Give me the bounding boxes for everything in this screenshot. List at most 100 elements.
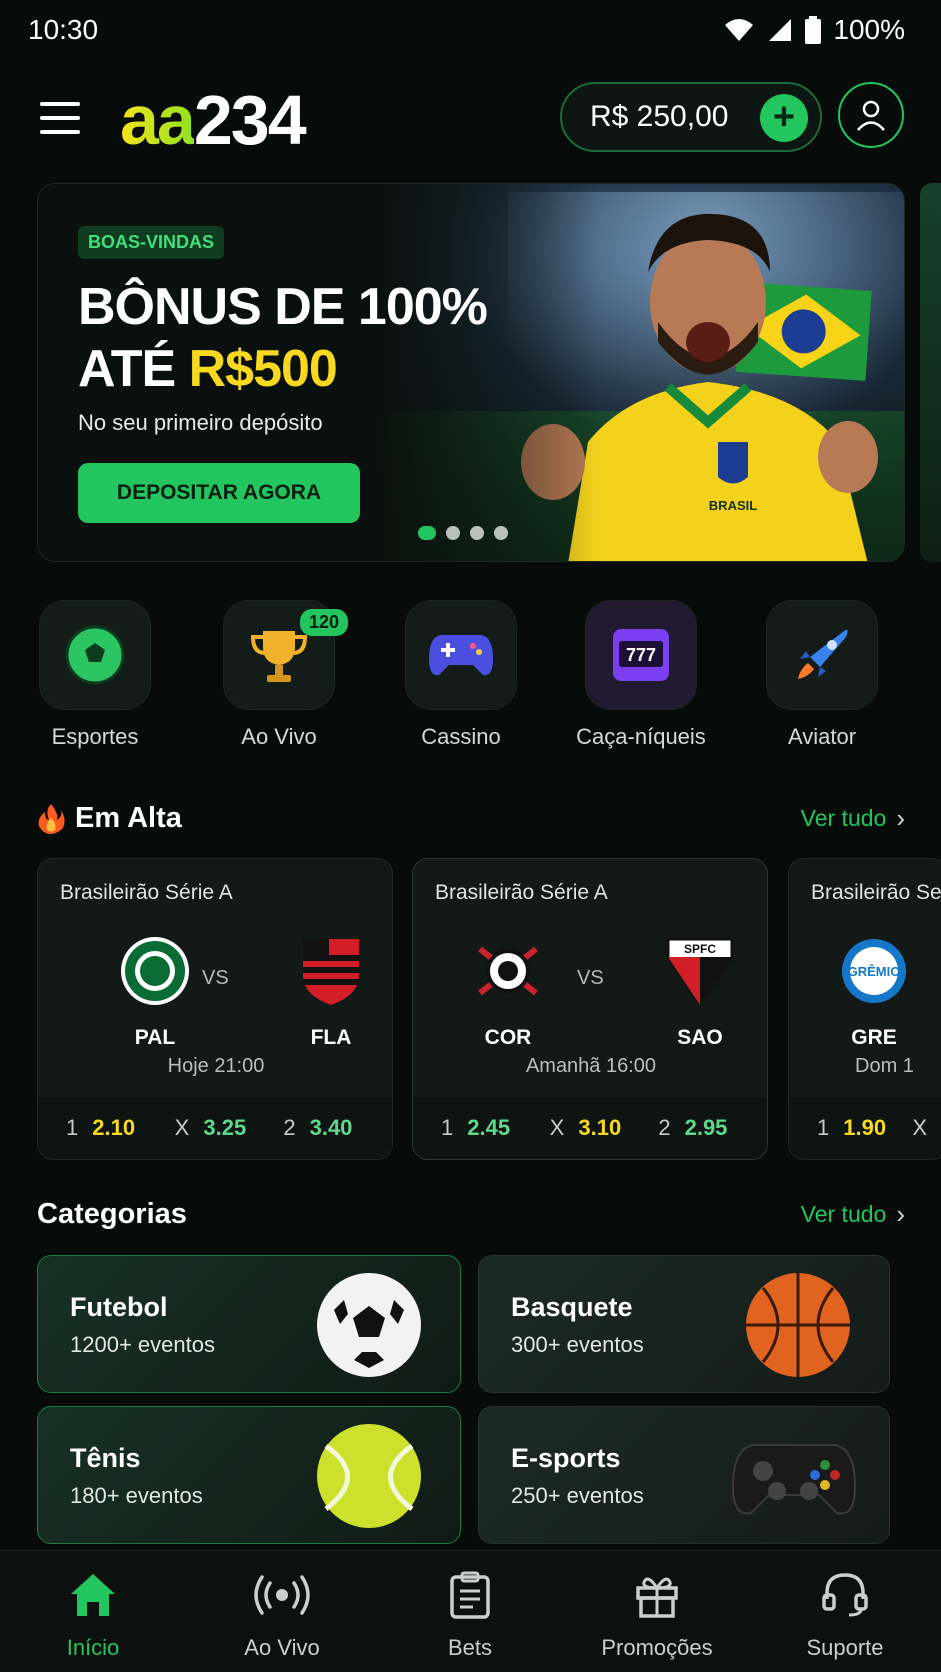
match-time: Dom 1	[855, 1055, 914, 1077]
match-card[interactable]: Brasileirão Se GRÊMIO GRE Dom 1 1 1.90 X	[788, 858, 941, 1160]
quick-link-cassino[interactable]: Cassino	[376, 600, 546, 750]
match-time: Amanhã 16:00	[525, 1055, 657, 1077]
odd-draw-button[interactable]: X	[912, 1115, 941, 1141]
odd-home-button[interactable]: 1 1.90	[817, 1115, 912, 1141]
vs-label: VS	[577, 967, 604, 989]
gremio-crest-icon: GRÊMIO	[842, 939, 906, 1003]
match-time: Hoje 21:00	[167, 1055, 265, 1077]
live-count-badge: 120	[299, 609, 348, 636]
sao-paulo-crest-icon: SPFC	[666, 937, 734, 1008]
trending-header: Em Alta Ver tudo ›	[37, 798, 905, 838]
carousel-dot[interactable]	[418, 526, 436, 540]
trending-see-all-link[interactable]: Ver tudo ›	[801, 803, 905, 834]
chevron-right-icon: ›	[896, 1198, 905, 1229]
gamepad-icon	[731, 1444, 857, 1515]
match-card[interactable]: Brasileirão Série A COR VS SPFC SAO Aman…	[412, 858, 768, 1160]
quick-link-aviator[interactable]: Aviator	[737, 600, 907, 750]
home-icon	[71, 1574, 115, 1616]
soccer-ball-icon	[317, 1273, 421, 1377]
next-banner-peek[interactable]	[920, 183, 941, 562]
soccer-ball-icon	[65, 625, 125, 685]
trending-title: Em Alta	[75, 801, 182, 834]
categories-see-all-link[interactable]: Ver tudo ›	[801, 1199, 905, 1230]
svg-text:SPFC: SPFC	[684, 942, 716, 956]
svg-text:BRASIL: BRASIL	[709, 498, 757, 513]
battery-icon	[805, 16, 822, 44]
quick-link-ao-vivo[interactable]: 120 Ao Vivo	[194, 600, 364, 750]
odd-home-button[interactable]: 1 2.45	[441, 1115, 550, 1141]
flamengo-crest-icon	[303, 939, 359, 1005]
banner-subtitle: No seu primeiro depósito	[78, 410, 323, 435]
clipboard-icon	[450, 1571, 490, 1619]
deposit-now-button[interactable]: DEPOSITAR AGORA	[78, 463, 360, 523]
battery-level: 100%	[833, 14, 905, 45]
category-tenis[interactable]: Tênis 180+ eventos	[37, 1406, 461, 1544]
svg-text:777: 777	[626, 645, 656, 665]
vs-label: VS	[202, 967, 229, 989]
away-team: FLA	[286, 935, 376, 1050]
svg-text:GRÊMIO: GRÊMIO	[848, 964, 901, 979]
chevron-right-icon: ›	[896, 802, 905, 833]
league-name: Brasileirão Série A	[435, 881, 608, 904]
palmeiras-crest-icon	[121, 937, 189, 1005]
trophy-icon	[250, 631, 308, 682]
carousel-dot[interactable]	[446, 526, 460, 540]
banner-headline: BÔNUS DE 100% ATÉ R$500	[78, 278, 488, 398]
add-funds-button[interactable]: +	[760, 94, 808, 142]
carousel-dot[interactable]	[470, 526, 484, 540]
carousel-dot[interactable]	[494, 526, 508, 540]
category-basquete[interactable]: Basquete 300+ eventos	[478, 1255, 890, 1393]
promo-banner[interactable]: BRASIL BOAS-VINDAS BÔNUS DE 100% ATÉ R$5…	[37, 183, 905, 562]
tab-suporte[interactable]: Suporte	[760, 1569, 930, 1661]
gamepad-icon	[429, 635, 493, 676]
banner-tag: BOAS-VINDAS	[78, 226, 225, 259]
wifi-icon	[725, 19, 754, 41]
status-icons: 100%	[723, 14, 905, 46]
basketball-icon	[746, 1273, 850, 1377]
quick-links: Esportes 120 Ao Vivo Cassino 777 Caça-ní…	[0, 600, 941, 760]
rocket-icon	[798, 629, 848, 679]
balance-amount: R$ 250,00	[590, 100, 729, 133]
category-e-sports[interactable]: E-sports 250+ eventos	[478, 1406, 890, 1544]
odds-row: 1 2.45 X 3.10 2 2.95	[413, 1097, 767, 1159]
home-team: PAL	[110, 935, 200, 1050]
odds-row: 1 2.10 X 3.25 2 3.40	[38, 1097, 392, 1159]
tennis-ball-icon	[317, 1424, 421, 1528]
quick-link-caca-niqueis[interactable]: 777 Caça-níqueis	[556, 600, 726, 750]
odd-away-button[interactable]: 2 3.40	[283, 1115, 392, 1141]
home-team: COR	[463, 935, 553, 1050]
status-time: 10:30	[28, 14, 99, 45]
logo[interactable]: aa234	[120, 80, 307, 160]
signal-icon	[769, 19, 792, 41]
categories-header: Categorias Ver tudo ›	[37, 1194, 905, 1234]
carousel-indicator[interactable]	[418, 526, 508, 540]
bottom-tab-bar: Início Ao Vivo Bets Promoções Suporte	[0, 1550, 941, 1672]
balance-pill[interactable]: R$ 250,00 +	[560, 82, 822, 152]
tab-ao-vivo[interactable]: Ao Vivo	[197, 1569, 367, 1661]
slot-machine-icon: 777	[613, 629, 669, 681]
hamburger-menu-icon[interactable]	[40, 102, 80, 134]
odds-row: 1 1.90 X	[789, 1097, 941, 1159]
odd-draw-button[interactable]: X 3.10	[550, 1115, 659, 1141]
top-bar: aa234 R$ 250,00 +	[0, 70, 941, 166]
league-name: Brasileirão Se	[811, 881, 941, 904]
league-name: Brasileirão Série A	[60, 881, 233, 904]
tab-inicio[interactable]: Início	[8, 1569, 178, 1661]
live-broadcast-icon	[254, 1575, 310, 1615]
tab-bets[interactable]: Bets	[385, 1569, 555, 1661]
profile-avatar-icon[interactable]	[838, 82, 904, 148]
odd-home-button[interactable]: 1 2.10	[66, 1115, 175, 1141]
gift-icon	[636, 1577, 678, 1618]
odd-draw-button[interactable]: X 3.25	[175, 1115, 284, 1141]
match-card[interactable]: Brasileirão Série A PAL VS FLA Hoje 21:0…	[37, 858, 393, 1160]
tab-promocoes[interactable]: Promoções	[572, 1569, 742, 1661]
headset-icon	[822, 1573, 868, 1617]
odd-away-button[interactable]: 2 2.95	[658, 1115, 767, 1141]
quick-link-esportes[interactable]: Esportes	[10, 600, 180, 750]
category-futebol[interactable]: Futebol 1200+ eventos	[37, 1255, 461, 1393]
corinthians-crest-icon	[478, 946, 538, 996]
away-team: SPFC SAO	[655, 935, 745, 1050]
fire-icon	[38, 804, 65, 834]
status-bar: 10:30 100%	[0, 0, 941, 60]
home-team: GRÊMIO GRE	[829, 935, 919, 1050]
